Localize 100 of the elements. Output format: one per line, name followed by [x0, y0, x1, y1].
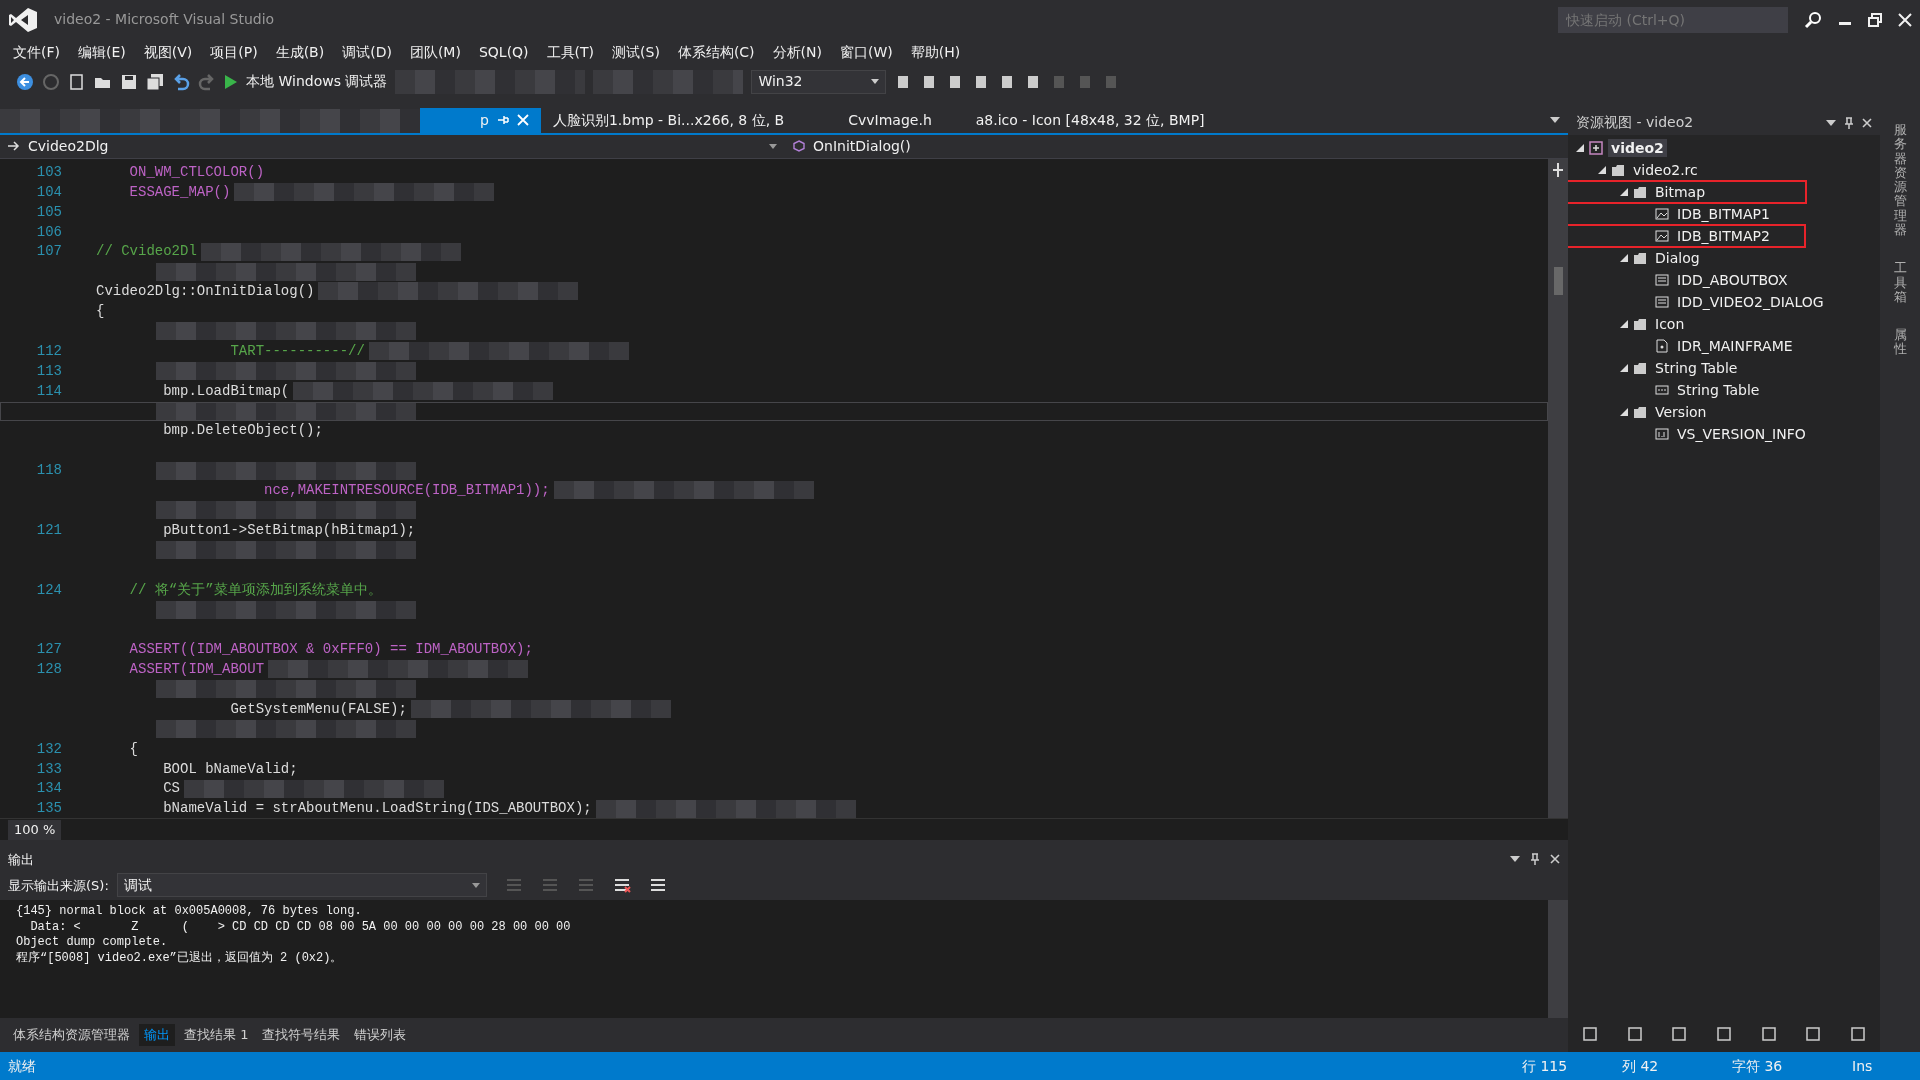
panel-tab[interactable]: 查找符号结果	[257, 1024, 346, 1046]
line-number: 103	[35, 162, 63, 182]
tree-item[interactable]: Dialog	[1652, 248, 1703, 267]
output-line: Data: < Z ( > CD CD CD CD 08 00 5A 00 00 00 00 00 28 00 00 00	[29, 919, 572, 936]
panel-tab[interactable]: 查找结果 1	[179, 1024, 254, 1046]
menu-item[interactable]: 项目(P)	[201, 39, 267, 65]
panel-tab[interactable]: 输出	[139, 1024, 175, 1046]
back-icon[interactable]	[16, 72, 34, 91]
version-icon	[1655, 426, 1669, 441]
expanded-icon[interactable]	[1576, 143, 1584, 152]
tree-item[interactable]: IDB_BITMAP1	[1674, 204, 1773, 223]
menu-item[interactable]: 体系结构(C)	[668, 39, 764, 65]
tree-item[interactable]: IDR_MAINFRAME	[1674, 336, 1796, 355]
tree-item[interactable]: IDD_ABOUTBOX	[1674, 270, 1791, 289]
tree-item[interactable]: Icon	[1652, 314, 1688, 333]
caret-icon	[871, 79, 880, 85]
code-text: CS	[162, 780, 180, 797]
expanded-icon[interactable]	[1620, 253, 1628, 262]
expanded-icon[interactable]	[1620, 319, 1628, 328]
folder-icon	[1633, 184, 1647, 199]
menu-item[interactable]: 帮助(H)	[901, 39, 970, 65]
run-debugger-button[interactable]: 本地 Windows 调试器	[246, 71, 388, 93]
tree-item[interactable]: Version	[1652, 402, 1710, 421]
pin-icon[interactable]	[1530, 853, 1540, 866]
tree-item[interactable]: Bitmap	[1652, 182, 1709, 201]
expanded-icon[interactable]	[1620, 363, 1628, 372]
search-icon[interactable]	[1804, 10, 1822, 29]
platform-dropdown[interactable]: Win32	[751, 69, 887, 94]
text-table-icon	[1655, 382, 1669, 397]
dropdown-icon[interactable]	[1826, 119, 1836, 126]
menu-item[interactable]: SQL(Q)	[469, 39, 538, 65]
code-text: bmp.LoadBitmap(	[162, 382, 290, 399]
code-text: ON_WM_CTLCOLOR()	[128, 163, 265, 180]
class-dropdown[interactable]: Cvideo2Dlg	[0, 135, 785, 157]
expanded-icon[interactable]	[1598, 165, 1606, 174]
tree-item[interactable]: String Table	[1674, 380, 1763, 399]
tree-item[interactable]: VS_VERSION_INFO	[1674, 424, 1809, 443]
tree-item[interactable]: video2.rc	[1630, 160, 1701, 179]
menu-item[interactable]: 窗口(W)	[831, 39, 902, 65]
menu-item[interactable]: 分析(N)	[763, 39, 831, 65]
line-number: 104	[35, 182, 63, 202]
save-icon[interactable]	[120, 72, 138, 91]
code-text: TART----------//	[229, 342, 365, 359]
tree-item[interactable]: video2	[1608, 138, 1667, 157]
split-icon[interactable]	[1552, 162, 1564, 177]
expanded-icon[interactable]	[1620, 407, 1628, 416]
side-tab[interactable]: 属性	[1893, 328, 1907, 357]
arrow-icon	[8, 141, 20, 152]
tree-item[interactable]: IDD_VIDEO2_DIALOG	[1674, 292, 1827, 311]
word-wrap-icon[interactable]	[648, 877, 667, 894]
folder-icon	[1633, 250, 1647, 265]
status-char: 字符 36	[1732, 1056, 1784, 1076]
line-number: 112	[35, 341, 63, 361]
save-all-icon[interactable]	[146, 72, 164, 91]
line-number: 128	[35, 660, 63, 680]
folder-icon	[1611, 162, 1625, 177]
menu-item[interactable]: 文件(F)	[4, 39, 69, 65]
menu-item[interactable]: 调试(D)	[333, 39, 401, 65]
menu-item[interactable]: 生成(B)	[266, 39, 334, 65]
menu-item[interactable]: 团队(M)	[400, 39, 470, 65]
code-text: // Cvideo2Dl	[96, 243, 197, 260]
menu-item[interactable]: 测试(S)	[603, 39, 669, 65]
code-text: {	[128, 740, 138, 757]
dropdown-icon[interactable]	[1510, 856, 1520, 863]
undo-icon[interactable]	[172, 72, 190, 91]
output-source-dropdown[interactable]: 调试	[116, 873, 487, 898]
restore-icon[interactable]	[1868, 12, 1882, 27]
scrollbar-thumb[interactable]	[1553, 266, 1563, 295]
source-label: 显示输出来源(S):	[8, 876, 109, 895]
document-tab[interactable]: CvvImage.h	[836, 107, 944, 133]
code-text: ASSERT((IDM_ABOUTBOX & 0xFFF0) == IDM_ABOUTBOX);	[128, 641, 533, 658]
member-dropdown[interactable]: OnInitDialog()	[785, 135, 1568, 157]
side-tab[interactable]: 工具箱	[1893, 261, 1907, 305]
panel-tab[interactable]: 体系结构资源管理器	[8, 1024, 135, 1046]
line-number: 105	[35, 202, 63, 222]
code-text: // 将“关于”菜单项添加到系统菜单中。	[128, 581, 382, 598]
side-tab[interactable]: 服务器资源管理器	[1893, 122, 1907, 238]
tree-item[interactable]: IDB_BITMAP2	[1674, 226, 1773, 245]
zoom-dropdown[interactable]: 100 %	[8, 819, 62, 840]
redo-icon[interactable]	[198, 72, 216, 91]
menu-item[interactable]: 编辑(E)	[69, 39, 135, 65]
panel-tab[interactable]: 错误列表	[349, 1024, 412, 1046]
document-tab[interactable]: 人脸识别1.bmp - Bi...x266, 8 位, B	[540, 107, 797, 133]
clear-all-icon[interactable]	[612, 877, 631, 894]
close-icon[interactable]	[1862, 117, 1872, 128]
line-number: 121	[35, 520, 63, 540]
menu-item[interactable]: 工具(T)	[537, 39, 604, 65]
file-icon	[1655, 338, 1669, 353]
tab-list-icon[interactable]	[1550, 116, 1560, 123]
close-icon[interactable]	[1550, 854, 1560, 865]
scrollbar[interactable]	[1548, 900, 1568, 1019]
status-column: 列 42	[1622, 1055, 1732, 1077]
document-tab[interactable]: a8.ico - Icon [48x48, 32 位, BMP]	[963, 107, 1217, 133]
menu-item[interactable]: 视图(V)	[134, 39, 202, 65]
play-icon[interactable]	[224, 73, 238, 90]
new-item-icon[interactable]	[68, 72, 86, 91]
pin-icon[interactable]	[1844, 116, 1854, 129]
tree-item[interactable]: String Table	[1652, 358, 1741, 377]
output-line: Object dump complete.	[16, 935, 169, 951]
expanded-icon[interactable]	[1620, 187, 1628, 196]
